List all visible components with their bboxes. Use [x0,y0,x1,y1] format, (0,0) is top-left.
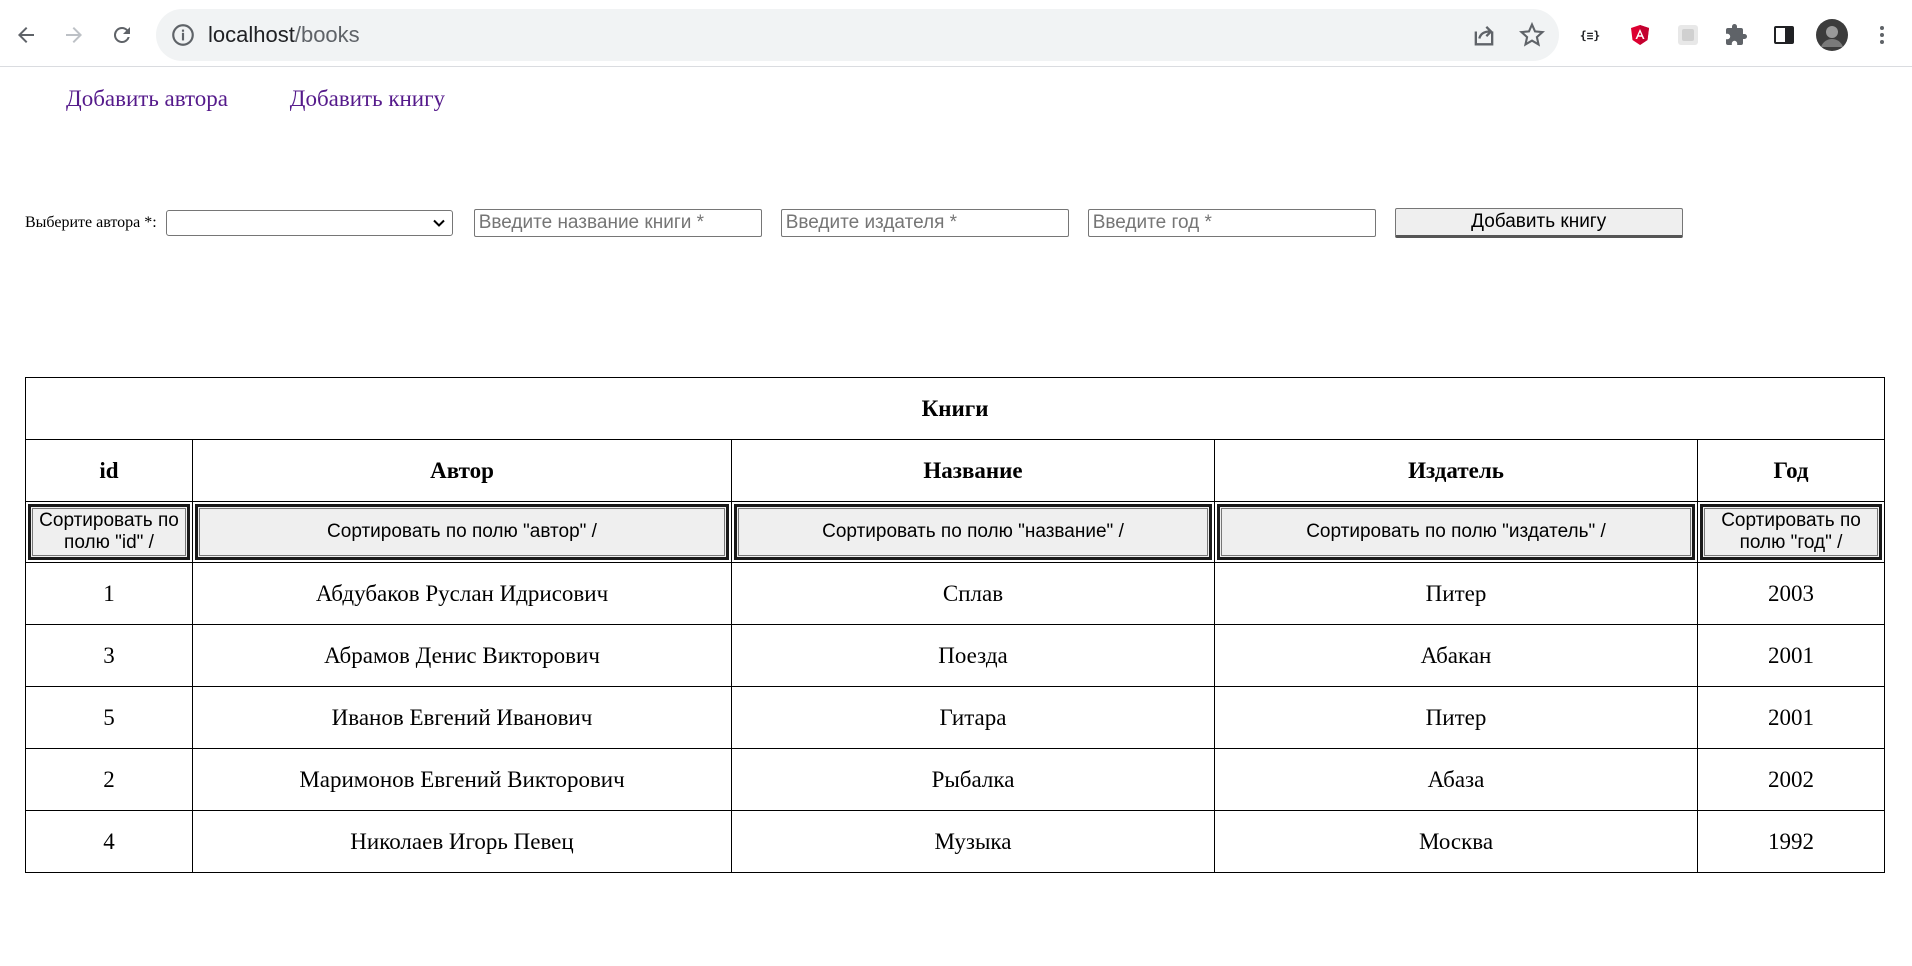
chevron-down-icon [432,219,445,227]
url-path: /books [294,22,360,47]
angular-extension-icon[interactable] [1620,15,1660,55]
sort-by-title-button[interactable]: Сортировать по полю "название" / [734,504,1212,560]
cell-author: Иванов Евгений Иванович [192,686,732,749]
table-caption: Книги [24,377,1886,440]
header-id: id [25,439,193,502]
year-input[interactable] [1087,209,1376,237]
sort-by-author-button[interactable]: Сортировать по полю "автор" / [195,504,729,560]
header-publisher: Издатель [1214,439,1698,502]
back-button[interactable] [6,15,46,55]
table-row: 3 Абрамов Денис Викторович Поезда Абакан… [25,624,1886,687]
svg-text:{≡}: {≡} [1580,29,1600,42]
puzzle-extensions-icon[interactable] [1716,15,1756,55]
cell-title: Рыбалка [731,748,1215,811]
cell-title: Гитара [731,686,1215,749]
forward-button[interactable] [54,15,94,55]
sort-row: Сортировать по полю "id" / Сортировать п… [25,501,1886,563]
cell-year: 2003 [1696,562,1886,625]
sort-by-id-button[interactable]: Сортировать по полю "id" / [28,504,190,560]
table-row: 2 Маримонов Евгений Викторович Рыбалка А… [25,748,1886,811]
url-text[interactable]: localhost/books [208,21,360,49]
header-row: id Автор Название Издатель Год [25,439,1886,502]
cell-id: 3 [25,624,193,687]
cell-publisher: Абакан [1214,624,1698,687]
info-icon[interactable] [170,22,196,48]
sort-by-publisher-button[interactable]: Сортировать по полю "издатель" / [1217,504,1695,560]
cell-id: 1 [25,562,193,625]
sort-by-year-button[interactable]: Сортировать по полю "год" / [1700,504,1883,560]
add-author-link[interactable]: Добавить автора [66,86,228,111]
share-icon[interactable] [1470,21,1498,49]
add-book-link[interactable]: Добавить книгу [290,86,445,111]
cell-id: 5 [25,686,193,749]
header-title: Название [731,439,1215,502]
publisher-input[interactable] [780,209,1069,237]
cell-year: 2002 [1696,748,1886,811]
books-table: Книги id Автор Название Издатель Год Сор… [24,377,1886,873]
cell-author: Абдубаков Руслан Идрисович [192,562,732,625]
cell-title: Поезда [731,624,1215,687]
cell-publisher: Питер [1214,562,1698,625]
cell-author: Абрамов Денис Викторович [192,624,732,687]
author-select[interactable] [165,210,453,236]
side-panel-icon[interactable] [1764,15,1804,55]
cell-title: Сплав [731,562,1215,625]
url-host: localhost [208,22,295,47]
cell-id: 2 [25,748,193,811]
browser-toolbar: localhost/books {≡} [0,0,1912,67]
cell-author: Маримонов Евгений Викторович [192,748,732,811]
header-author: Автор [192,439,732,502]
author-label: Выберите автора *: [25,214,157,231]
table-row: 5 Иванов Евгений Иванович Гитара Питер 2… [25,686,1886,749]
cell-publisher: Питер [1214,686,1698,749]
address-bar[interactable]: localhost/books [156,9,1559,61]
cell-publisher: Абаза [1214,748,1698,811]
table-row: 4 Николаев Игорь Певец Музыка Москва 199… [25,810,1886,873]
json-extension-icon[interactable]: {≡} [1572,15,1612,55]
header-year: Год [1696,439,1886,502]
star-icon[interactable] [1518,21,1546,49]
cell-year: 2001 [1696,686,1886,749]
top-nav: Добавить автора Добавить книгу [66,86,501,122]
extension-grey-icon[interactable] [1668,15,1708,55]
table-row: 1 Абдубаков Руслан Идрисович Сплав Питер… [25,562,1886,625]
avatar[interactable] [1812,15,1852,55]
cell-id: 4 [25,810,193,873]
cell-author: Николаев Игорь Певец [192,810,732,873]
cell-title: Музыка [731,810,1215,873]
cell-year: 2001 [1696,624,1886,687]
more-menu-icon[interactable] [1862,15,1902,55]
cell-year: 1992 [1696,810,1886,873]
add-book-form: Выберите автора *: Добавить книгу [25,208,1683,238]
cell-publisher: Москва [1214,810,1698,873]
reload-button[interactable] [102,15,142,55]
add-book-button[interactable]: Добавить книгу [1394,208,1683,238]
arrow-left-icon [18,27,34,43]
reload-icon [113,26,130,43]
arrow-right-icon [66,27,82,43]
book-title-input[interactable] [473,209,762,237]
